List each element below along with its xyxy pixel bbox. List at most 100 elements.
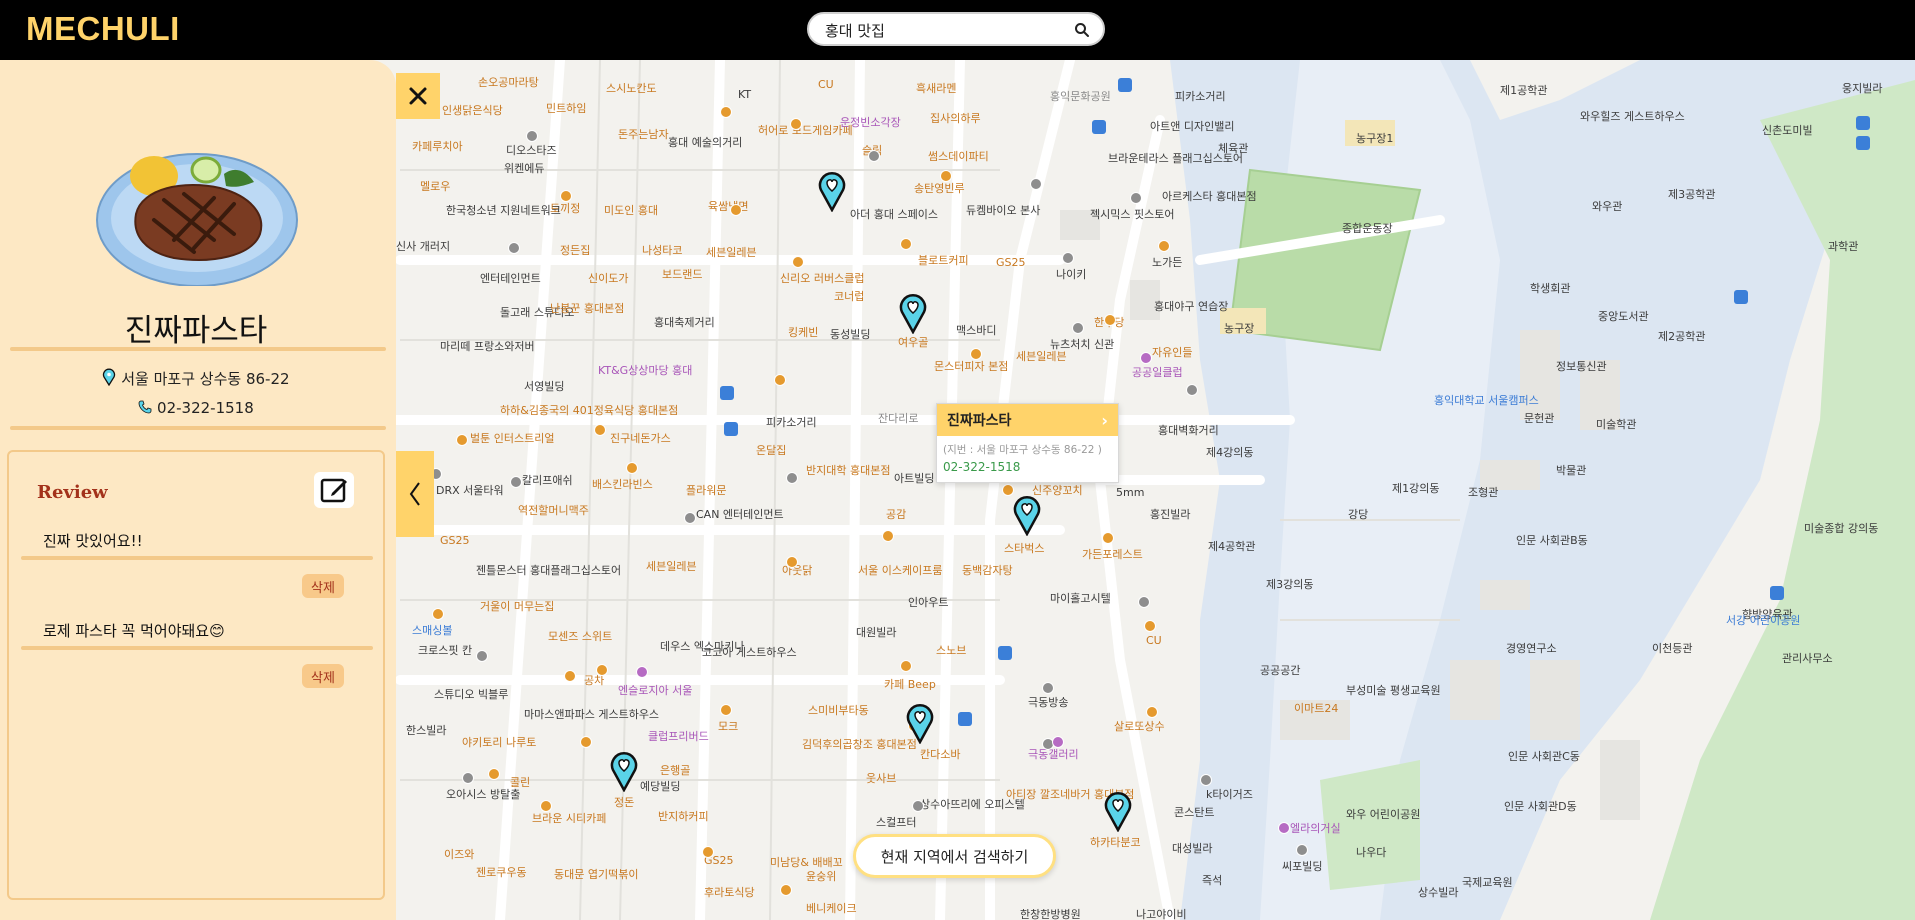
map-label[interactable]: 나이키 [1056,268,1086,281]
map-label[interactable]: 몬스터피자 본점 [934,360,1008,373]
search-icon[interactable] [1073,21,1091,39]
poi-dot[interactable] [868,150,880,162]
map-label[interactable]: 윤숭위 [806,870,836,883]
map-label[interactable]: 이즈와 [444,848,474,861]
map-label[interactable]: 서강 어린이공원 [1726,614,1800,627]
map-label[interactable]: 홍익대학교 서울캠퍼스 [1434,394,1539,407]
map-label[interactable]: 반지하커피 [658,810,709,823]
map-label[interactable]: 엔슬로지아 서울 [618,684,692,697]
collapse-panel-button[interactable] [396,451,434,537]
map-label[interactable]: 배스킨라빈스 [592,478,653,491]
map-label[interactable]: 아더 홍대 스페이스 [850,208,938,221]
poi-dot[interactable] [1138,596,1150,608]
map-label[interactable]: 엔터테인먼트 [480,272,541,285]
poi-dot[interactable] [882,530,894,542]
search-box[interactable] [807,12,1105,46]
map-label[interactable]: GS25 [996,256,1026,269]
poi-dot[interactable] [1200,774,1212,786]
restaurant-marker-icon[interactable] [608,748,640,793]
map-label[interactable]: 제1공학관 [1500,84,1547,97]
map-label[interactable]: 반지대학 홍대본점 [806,464,890,477]
map-label[interactable]: 미술종합 강의동 [1804,522,1878,535]
search-this-area-button[interactable]: 현재 지역에서 검색하기 [853,834,1056,878]
map-label[interactable]: 와우관 [1592,200,1622,213]
map-label[interactable]: 보드랜드 [662,268,702,281]
poi-dot[interactable] [1146,706,1158,718]
poi-dot[interactable] [702,846,714,858]
bus-stop-icon[interactable] [958,712,972,726]
poi-dot[interactable] [594,424,606,436]
map-label[interactable]: 한스빌라 [406,724,446,737]
poi-dot[interactable] [476,650,488,662]
poi-dot[interactable] [900,238,912,250]
map-label[interactable]: 거울이 머무는집 [480,600,554,613]
poi-dot[interactable] [508,242,520,254]
bus-stop-icon[interactable] [1092,120,1106,134]
map-label[interactable]: 동백감자탕 [962,564,1013,577]
map-label[interactable]: 정든집 [560,244,590,257]
map-label[interactable]: 마이홀고시텔 [1050,592,1111,605]
poi-dot[interactable] [1186,384,1198,396]
map-label[interactable]: 씨포빌딩 [1282,860,1322,873]
map-label[interactable]: 아트앤 디자인밸리 [1150,120,1234,133]
map-label[interactable]: 은행골 [660,764,690,777]
map-label[interactable]: 진구네돈가스 [610,432,671,445]
map-label[interactable]: 동대문 엽기떡볶이 [554,868,638,881]
map-label[interactable]: 세븐일레븐 [646,560,697,573]
bus-stop-icon[interactable] [1770,586,1784,600]
close-panel-button[interactable] [396,73,440,119]
map-label[interactable]: 관리사무소 [1782,652,1833,665]
map-label[interactable]: 하카타분코 [1090,836,1141,849]
map-label[interactable]: 오아시스 방탈출 [446,788,520,801]
map-label[interactable]: 노가든 [1152,256,1182,269]
poi-dot[interactable] [432,608,444,620]
map-info-popup[interactable]: 진짜파스타 › (지번 : 서울 마포구 상수동 86-22 ) 02-322-… [936,403,1119,483]
map-label[interactable]: 학생회관 [1530,282,1570,295]
map-label[interactable]: 블로트커피 [918,254,969,267]
map-label[interactable]: 맥스바디 [956,324,996,337]
map-label[interactable]: 칸다소바 [920,748,960,761]
map-label[interactable]: 인문 사회관C동 [1508,750,1580,763]
map-label[interactable]: 마마스앤파파스 게스트하우스 [524,708,659,721]
map-label[interactable]: 스타벅스 [1004,542,1044,555]
map-label[interactable]: 조형관 [1468,486,1498,499]
map-label[interactable]: 흑새라멘 [916,82,956,95]
map-label[interactable]: CAN 엔터테인먼트 [696,508,784,521]
map-label[interactable]: CU [818,78,834,91]
poi-dot[interactable] [1130,192,1142,204]
map-label[interactable]: 피카소거리 [1175,90,1226,103]
map-label[interactable]: 젝시믹스 핏스토어 [1090,208,1174,221]
poi-dot[interactable] [510,476,522,488]
map-label[interactable]: 이마트24 [1294,702,1338,715]
map-label[interactable]: 나우다 [1356,846,1386,859]
map-label[interactable]: 홍대 예술의거리 [668,136,742,149]
map-label[interactable]: 서영빌딩 [524,380,564,393]
map-label[interactable]: DRX 서울타워 [436,484,504,497]
bus-stop-icon[interactable] [724,422,738,436]
map-label[interactable]: 경영연구소 [1506,642,1557,655]
poi-dot[interactable] [1042,682,1054,694]
map-label[interactable]: 자유인들 [1152,346,1192,359]
bus-stop-icon[interactable] [1856,116,1870,130]
poi-dot[interactable] [636,666,648,678]
map-label[interactable]: 코코아 게스트하우스 [702,646,797,659]
map-label[interactable]: 신리오 러버스클럽 [780,272,864,285]
map-label[interactable]: 인문 사회관B동 [1516,534,1588,547]
map-label[interactable]: 공공공간 [1260,664,1300,677]
restaurant-phone-text[interactable]: 02-322-1518 [157,399,254,417]
restaurant-marker-icon[interactable] [816,168,848,213]
map-label[interactable]: 예당빌딩 [640,780,680,793]
poi-dot[interactable] [684,512,696,524]
map-label[interactable]: 와우 어린이공원 [1346,808,1420,821]
map-label[interactable]: 신촌도미빌 [1762,124,1813,137]
map-label[interactable]: 스매싱볼 [412,624,452,637]
poi-dot[interactable] [540,800,552,812]
map-label[interactable]: 상수빌라 [1418,886,1458,899]
map-label[interactable]: 나성타코 [642,244,682,257]
map-label[interactable]: 미도인 홍대 [604,204,658,217]
poi-dot[interactable] [720,106,732,118]
map-label[interactable]: 멜로우 [420,180,450,193]
map-label[interactable]: 극동방송 [1028,696,1068,709]
poi-dot[interactable] [790,118,802,130]
map-label[interactable]: 이천등관 [1652,642,1692,655]
